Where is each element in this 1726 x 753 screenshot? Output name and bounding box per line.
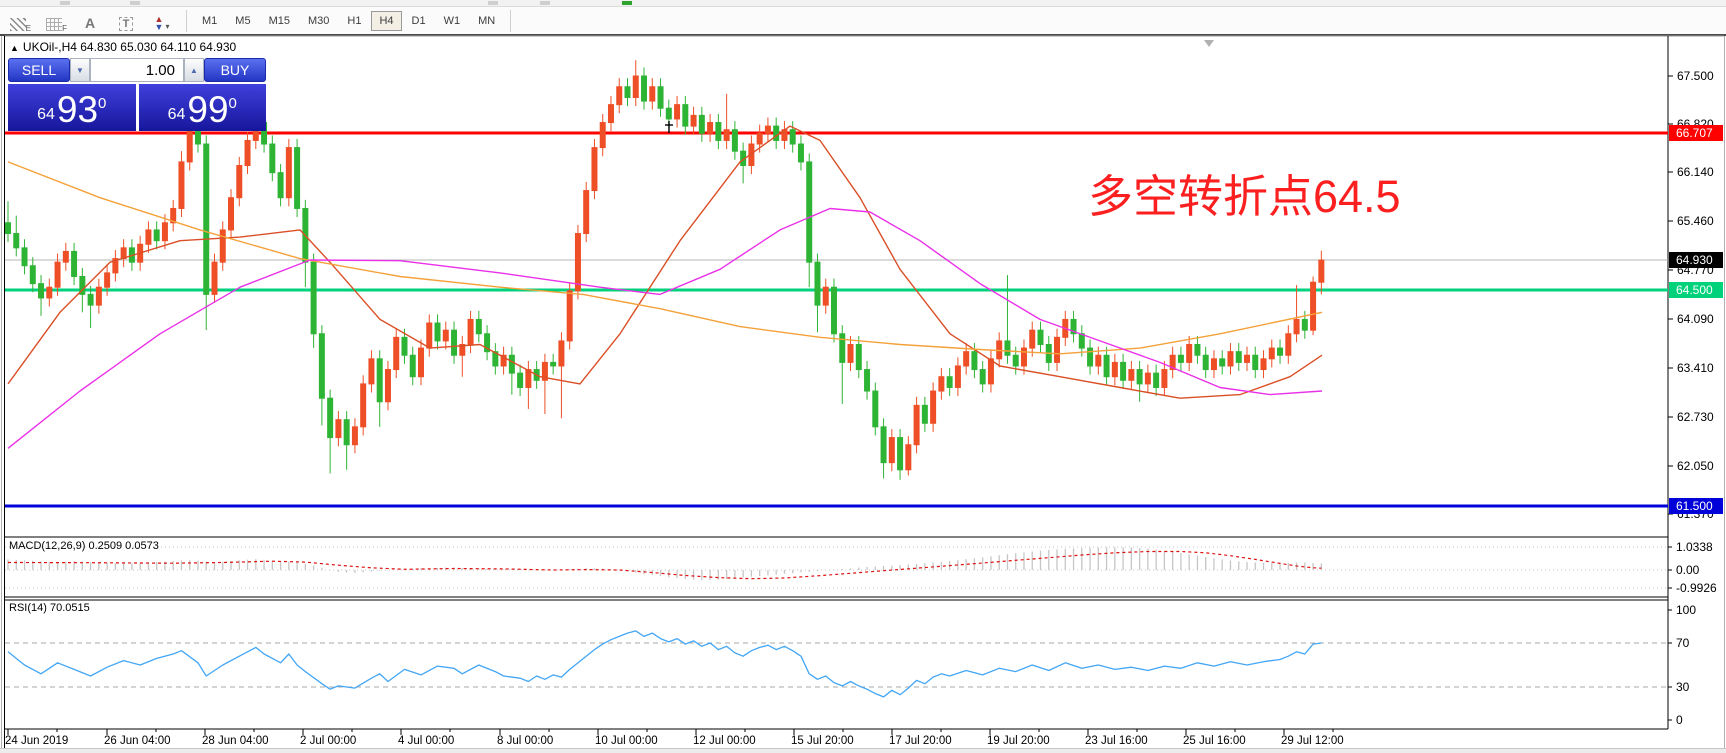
- svg-text:-0.9926: -0.9926: [1676, 581, 1717, 595]
- resistance-price-badge-label: 66.707: [1676, 126, 1713, 140]
- svg-text:2 Jul 00:00: 2 Jul 00:00: [300, 735, 356, 747]
- svg-text:23 Jul 16:00: 23 Jul 16:00: [1085, 735, 1148, 747]
- cursor-cross-marker: [665, 121, 673, 133]
- time-axis[interactable]: 24 Jun 2019 26 Jun 04:00 28 Jun 04:00 2 Jul…: [5, 729, 1344, 747]
- svg-text:100: 100: [1676, 603, 1696, 617]
- ask-price-pip: 0: [228, 95, 237, 112]
- symbol-ohlc-text: UKOil-,H4 64.830 65.030 64.110 64.930: [22, 40, 237, 54]
- svg-text:67.500: 67.500: [1677, 69, 1714, 83]
- svg-text:29 Jul 12:00: 29 Jul 12:00: [1281, 735, 1344, 747]
- status-bar-remnant: [0, 748, 1726, 753]
- support-price-badge-label: 64.500: [1676, 283, 1713, 297]
- lower-price-badge-label: 61.500: [1676, 499, 1713, 513]
- macd-indicator-label: MACD(12,26,9) 0.2509 0.0573: [9, 540, 159, 552]
- svg-text:15 Jul 20:00: 15 Jul 20:00: [791, 735, 854, 747]
- svg-text:26 Jun 04:00: 26 Jun 04:00: [104, 735, 171, 747]
- ask-price-prefix: 64: [167, 106, 186, 123]
- svg-text:28 Jun 04:00: 28 Jun 04:00: [202, 735, 269, 747]
- svg-text:0: 0: [1676, 713, 1683, 727]
- svg-text:25 Jul 16:00: 25 Jul 16:00: [1183, 735, 1246, 747]
- macd-signal-line: [7, 550, 1322, 580]
- chart-symbol-title: ▲ UKOil-,H4 64.830 65.030 64.110 64.930: [10, 40, 236, 54]
- chart-text-annotation[interactable]: 多空转折点64.5: [1088, 160, 1401, 225]
- svg-text:1.0338: 1.0338: [1676, 540, 1713, 554]
- bid-price-panel[interactable]: 64 93 0: [8, 84, 136, 131]
- svg-text:12 Jul 00:00: 12 Jul 00:00: [693, 735, 756, 747]
- ask-price-main: 99: [187, 89, 229, 130]
- collapse-triangle-icon[interactable]: ▲: [10, 43, 19, 53]
- svg-text:63.410: 63.410: [1677, 361, 1714, 375]
- price-axis[interactable]: 67.50066.82066.14065.46064.77064.09063.4…: [1668, 69, 1723, 521]
- svg-text:64.090: 64.090: [1677, 312, 1714, 326]
- bid-price-main: 93: [56, 89, 99, 130]
- one-click-trading-widget: SELL ▼ 1.00 ▲ BUY 64 93 0 64 99 0: [8, 58, 266, 131]
- svg-text:10 Jul 00:00: 10 Jul 00:00: [595, 735, 658, 747]
- trading-terminal-window: E F A T ▲ ▼ ▾ M1 M5 M15 M30 H1 H4 D1 W1 MN 67.500…: [0, 0, 1726, 753]
- indicator-gridlines: [5, 546, 1668, 688]
- svg-text:62.050: 62.050: [1677, 459, 1714, 473]
- indicator-axis: 1.0338 0.00 -0.9926 100 70 30 0: [1668, 540, 1717, 727]
- svg-text:30: 30: [1676, 680, 1690, 694]
- current-price-badge-label: 64.930: [1676, 253, 1713, 267]
- svg-text:8 Jul 00:00: 8 Jul 00:00: [497, 735, 553, 747]
- volume-increase-button[interactable]: ▲: [184, 58, 204, 82]
- ask-price-panel[interactable]: 64 99 0: [138, 84, 266, 131]
- bid-price-prefix: 64: [37, 106, 55, 123]
- volume-dropdown-button[interactable]: ▼: [70, 58, 90, 82]
- svg-text:19 Jul 20:00: 19 Jul 20:00: [987, 735, 1050, 747]
- bid-price-pip: 0: [98, 95, 107, 112]
- svg-text:70: 70: [1676, 636, 1690, 650]
- svg-text:66.140: 66.140: [1677, 165, 1714, 179]
- svg-text:17 Jul 20:00: 17 Jul 20:00: [889, 735, 952, 747]
- svg-text:65.460: 65.460: [1677, 214, 1714, 228]
- sell-button[interactable]: SELL: [8, 58, 70, 82]
- svg-text:4 Jul 00:00: 4 Jul 00:00: [398, 735, 454, 747]
- rsi-indicator-label: RSI(14) 70.0515: [9, 602, 90, 614]
- svg-text:62.730: 62.730: [1677, 410, 1714, 424]
- shift-marker-icon[interactable]: [1204, 40, 1214, 47]
- svg-text:24 Jun 2019: 24 Jun 2019: [5, 735, 68, 747]
- volume-input[interactable]: 1.00: [90, 58, 184, 82]
- svg-text:0.00: 0.00: [1676, 563, 1700, 577]
- buy-button[interactable]: BUY: [204, 58, 266, 82]
